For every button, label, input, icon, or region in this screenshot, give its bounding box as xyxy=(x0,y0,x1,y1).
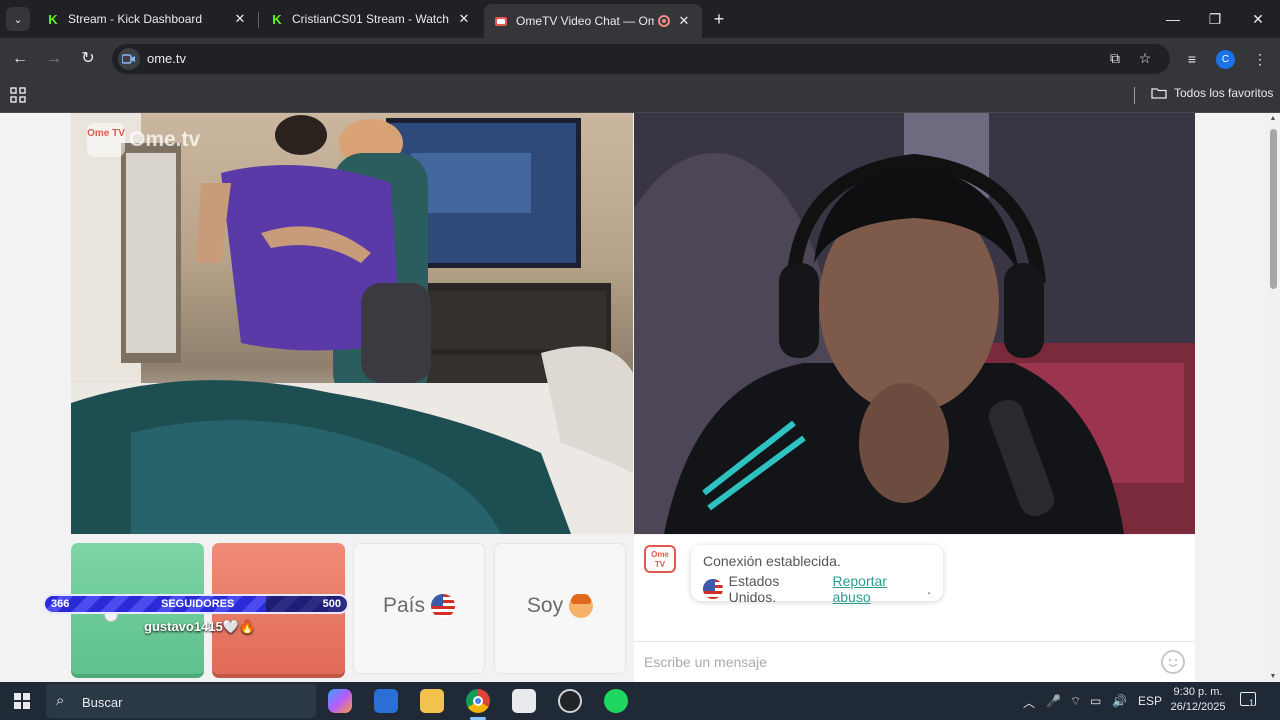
last-follower: gustavo1415🤍🔥 xyxy=(144,619,255,635)
folder-icon xyxy=(1151,88,1167,99)
follower-goal-bar: 366 SEGUIDORES 500 xyxy=(43,594,349,614)
gender-filter-button[interactable]: Soy xyxy=(494,543,626,674)
spotify-icon[interactable] xyxy=(604,689,628,713)
windows-taskbar: ⌕ Buscar ︿ 🎤 ⌔ ▭ 🔊 ESP 9:30 p. m. 26/12/… xyxy=(0,682,1280,720)
chrome-icon[interactable] xyxy=(466,689,490,713)
bookmark-star-icon[interactable]: ☆ xyxy=(1135,48,1155,68)
tray-chevron-icon[interactable]: ︿ xyxy=(1023,694,1035,711)
wifi-icon[interactable]: ⌔ xyxy=(1070,694,1081,709)
scroll-down-arrow-icon[interactable]: ▼ xyxy=(1269,673,1277,680)
follower-goal-target: 500 xyxy=(322,598,341,610)
capcut-icon[interactable] xyxy=(512,689,536,713)
close-icon[interactable]: ✕ xyxy=(676,13,692,29)
volume-icon[interactable]: 🔊 xyxy=(1112,694,1127,708)
partner-country-text: Estados Unidos. xyxy=(728,573,780,605)
apps-grid-icon[interactable] xyxy=(10,87,26,103)
taskbar-search-box[interactable]: ⌕ Buscar xyxy=(46,684,316,718)
tab-cristian-stream[interactable]: K CristianCS01 Stream - Watch Li ✕ xyxy=(260,4,482,34)
self-video-scene xyxy=(634,113,1195,534)
us-flag-icon xyxy=(431,594,456,619)
new-tab-button[interactable]: + xyxy=(708,8,730,30)
ometv-page: Ome TV Ome.tv arar País xyxy=(0,113,1280,682)
ometv-chat-logo: Ome TV xyxy=(644,545,676,573)
address-bar[interactable]: ome.tv ⧉ ☆ xyxy=(112,44,1170,74)
connection-status-text: Conexión establecida. xyxy=(703,553,841,569)
windows-start-icon[interactable] xyxy=(14,693,30,709)
notification-center-icon[interactable]: 1 xyxy=(1240,692,1256,709)
page-scrollbar[interactable]: ▲ ▼ xyxy=(1266,113,1280,682)
menu-kebab-icon[interactable]: ⋮ xyxy=(1250,49,1270,69)
url-text: ome.tv xyxy=(147,51,187,66)
media-control-icon[interactable]: ≡ xyxy=(1182,49,1202,69)
tab-search-button[interactable]: ⌄ xyxy=(6,7,30,31)
us-flag-icon xyxy=(703,579,723,599)
self-video xyxy=(634,113,1195,534)
clock-date: 26/12/2025 xyxy=(1170,701,1226,713)
all-bookmarks-folder[interactable]: Todos los favoritos xyxy=(1151,86,1273,100)
follower-goal-label: SEGUIDORES xyxy=(161,598,235,610)
scroll-up-arrow-icon[interactable]: ▲ xyxy=(1269,115,1277,122)
tab-title: Stream - Kick Dashboard xyxy=(68,12,203,26)
obs-icon[interactable] xyxy=(558,689,582,713)
country-button-label: País xyxy=(382,594,426,617)
kick-icon: K xyxy=(272,11,282,27)
microphone-icon[interactable]: 🎤 xyxy=(1046,694,1061,708)
last-follower-name: gustavo1415 xyxy=(144,619,223,634)
close-icon[interactable]: ✕ xyxy=(456,11,472,27)
ometv-icon xyxy=(494,14,508,28)
site-camera-icon[interactable] xyxy=(118,48,140,70)
search-icon: ⌕ xyxy=(56,692,65,709)
chat-message-input[interactable]: Escribe un mensaje xyxy=(634,641,1195,682)
stranger-video: Ome TV Ome.tv xyxy=(71,113,633,534)
country-filter-button[interactable]: País xyxy=(353,543,485,674)
gender-button-label: Soy xyxy=(526,594,564,617)
forward-arrow-icon[interactable]: → xyxy=(42,47,66,71)
ometv-brand-text: Ome.tv xyxy=(129,128,201,151)
browser-toolbar: ← → ↻ ome.tv ⧉ ☆ ≡ C ⋮ xyxy=(0,38,1280,80)
restore-button[interactable]: ❐ xyxy=(1200,6,1230,32)
taskbar-search-placeholder: Buscar xyxy=(82,695,123,710)
emoji-icon[interactable] xyxy=(1161,650,1185,674)
stranger-video-scene xyxy=(71,113,633,534)
tab-strip: ⌄ K Stream - Kick Dashboard ✕ K Cristian… xyxy=(0,0,1280,38)
bookmarks-bar: Todos los favoritos xyxy=(0,80,1280,113)
tab-ometv[interactable]: OmeTV Video Chat — Ome ✕ xyxy=(484,4,702,38)
bookmarks-folder-label: Todos los favoritos xyxy=(1174,86,1274,100)
tab-kick-dashboard[interactable]: K Stream - Kick Dashboard ✕ xyxy=(36,4,258,34)
report-suffix: . xyxy=(927,581,931,597)
ometv-watermark: Ome TV Ome.tv xyxy=(87,123,200,157)
back-arrow-icon[interactable]: ← xyxy=(8,47,32,71)
reload-icon[interactable]: ↻ xyxy=(76,47,100,71)
boy-avatar-icon xyxy=(569,594,594,619)
heart-icon: 🤍 xyxy=(222,619,239,634)
tab-title: OmeTV Video Chat — Ome xyxy=(516,14,654,28)
store-icon[interactable] xyxy=(374,689,398,713)
bookmarks-divider xyxy=(1134,87,1135,104)
system-message: Conexión establecida. Estados Unidos. Re… xyxy=(691,545,943,605)
tab-separator xyxy=(258,12,259,28)
follower-goal-current: 366 xyxy=(51,598,70,610)
close-window-button[interactable]: ✕ xyxy=(1243,6,1273,32)
file-explorer-icon[interactable] xyxy=(420,689,444,713)
copilot-icon[interactable] xyxy=(328,689,352,713)
chat-input-placeholder: Escribe un mensaje xyxy=(644,654,767,670)
minimize-button[interactable]: — xyxy=(1158,6,1188,32)
report-abuse-link[interactable]: Reportar abuso xyxy=(832,573,927,605)
language-indicator[interactable]: ESP xyxy=(1138,694,1162,708)
profile-avatar[interactable]: C xyxy=(1216,50,1235,69)
ometv-logo-badge: Ome TV xyxy=(87,123,125,157)
clock-time: 9:30 p. m. xyxy=(1173,686,1223,698)
kick-icon: K xyxy=(48,11,58,27)
taskbar-clock[interactable]: 9:30 p. m. 26/12/2025 xyxy=(1166,685,1230,715)
recording-icon xyxy=(658,15,670,27)
fire-icon: 🔥 xyxy=(238,619,256,634)
install-app-icon[interactable]: ⧉ xyxy=(1105,48,1125,68)
battery-icon[interactable]: ▭ xyxy=(1090,694,1101,708)
scrollbar-thumb[interactable] xyxy=(1270,129,1277,289)
chat-panel: Ome TV Conexión establecida. Estados Uni… xyxy=(634,535,1195,682)
close-icon[interactable]: ✕ xyxy=(232,11,248,27)
notification-count: 1 xyxy=(1249,698,1255,708)
tab-title: CristianCS01 Stream - Watch Li xyxy=(292,12,450,26)
